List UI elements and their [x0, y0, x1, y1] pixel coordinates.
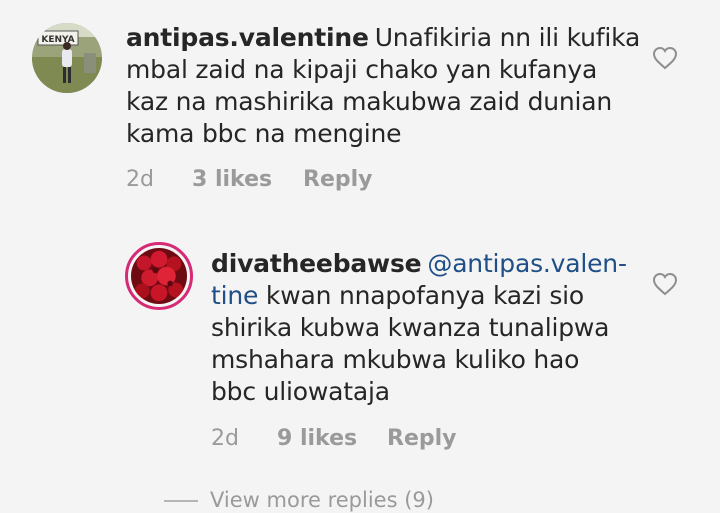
comment-text-line: kaz na mashirika makubwa zaid dunian: [126, 87, 613, 116]
avatar-photo: [131, 248, 187, 304]
comment-text-line: mbal zaid na kipaji chako yan kufanya: [126, 55, 598, 84]
reply-body: divatheebawse @antipas.valen- tine kwan n…: [211, 248, 627, 408]
comment-age: 2d: [126, 167, 154, 192]
reply-button[interactable]: Reply: [303, 167, 373, 192]
comment-body: antipas.valentine Unafikiria nn ili kufik…: [126, 22, 640, 150]
reply-username[interactable]: divatheebawse: [211, 249, 422, 278]
reply-text-line: shirika kubwa kwanza tunalipwa: [211, 313, 610, 342]
reply-text-line: mshahara mkubwa kuliko hao: [211, 345, 580, 374]
divider-dash: [164, 500, 198, 502]
avatar-antipas-valentine[interactable]: KENYA: [32, 23, 102, 93]
mention-link-continued[interactable]: tine: [211, 281, 258, 310]
comment-text-line: Unafikiria nn ili kufika: [374, 23, 641, 52]
likes-count[interactable]: 3 likes: [192, 167, 272, 192]
reply-age: 2d: [211, 426, 239, 451]
comment-text-line: kama bbc na mengine: [126, 119, 402, 148]
avatar-photo: KENYA: [32, 23, 102, 93]
reply-button[interactable]: Reply: [387, 426, 457, 451]
mention-link[interactable]: @antipas.valen-: [427, 249, 627, 278]
like-heart-icon[interactable]: [652, 46, 678, 70]
avatar-divatheebawse[interactable]: [125, 242, 193, 310]
like-heart-icon[interactable]: [652, 272, 678, 296]
comments-thread: KENYA antipas.valentine Unafikiria nn ili…: [0, 0, 720, 513]
reply-text-line: bbc uliowataja: [211, 377, 390, 406]
reply-text-line: kwan nnapofanya kazi sio: [258, 281, 585, 310]
view-more-label: View more replies (9): [210, 488, 434, 512]
likes-count[interactable]: 9 likes: [277, 426, 357, 451]
comment-username[interactable]: antipas.valentine: [126, 23, 369, 52]
view-more-replies-button[interactable]: View more replies (9): [164, 488, 434, 512]
